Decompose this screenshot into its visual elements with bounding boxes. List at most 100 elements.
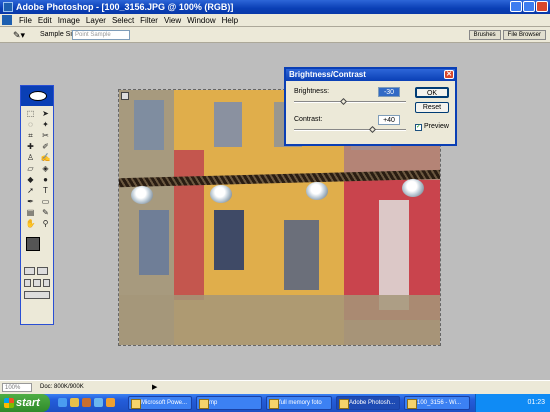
options-bar: ✎▾ Sample Size: Point Sample Brushes Fil…: [0, 27, 550, 43]
zoom-field[interactable]: 100%: [2, 383, 32, 392]
imageready-icon[interactable]: [24, 291, 50, 299]
task-full-memory-foto[interactable]: full memory foto: [266, 396, 332, 410]
contrast-slider[interactable]: [294, 125, 406, 134]
toolbox-header[interactable]: [21, 86, 53, 106]
brightness-contrast-dialog: Brightness/Contrast ✕ Brightness: -30 Co…: [284, 67, 457, 146]
full-screen-menu-mode-icon[interactable]: [33, 279, 41, 287]
window-controls: [510, 1, 548, 12]
ok-button[interactable]: OK: [415, 87, 449, 98]
standard-mode-icon[interactable]: [24, 267, 35, 275]
window-title: Adobe Photoshop - [100_3156.JPG @ 100% (…: [16, 2, 234, 12]
zoom-tool-icon[interactable]: ⚲: [39, 218, 52, 229]
brightness-slider[interactable]: [294, 97, 406, 106]
standard-screen-mode-icon[interactable]: [24, 279, 32, 287]
crop-tool-icon[interactable]: ⌗: [24, 130, 37, 141]
eraser-tool-icon[interactable]: ▱: [24, 163, 37, 174]
status-menu-arrow-icon[interactable]: ▶: [152, 383, 157, 391]
quick-mask-modes: [21, 265, 53, 277]
app-quicklaunch-icon[interactable]: [106, 398, 115, 407]
preview-checkbox[interactable]: ✓: [415, 124, 422, 131]
notes-tool-icon[interactable]: ▤: [24, 207, 37, 218]
document-menu-icon[interactable]: [2, 15, 12, 25]
media-quicklaunch-icon[interactable]: [82, 398, 91, 407]
status-bar: 100% Doc: 800K/900K ▶: [0, 380, 550, 394]
sample-size-select[interactable]: Point Sample: [72, 30, 130, 40]
contrast-value-field[interactable]: +40: [378, 115, 400, 125]
foreground-color-swatch[interactable]: [26, 237, 40, 251]
close-button[interactable]: [536, 1, 548, 12]
menu-window[interactable]: Window: [184, 16, 218, 25]
healing-brush-tool-icon[interactable]: ✚: [24, 141, 37, 152]
desktop-quicklaunch-icon[interactable]: [94, 398, 103, 407]
dodge-tool-icon[interactable]: ●: [39, 174, 52, 185]
shape-tool-icon[interactable]: ▭: [39, 196, 52, 207]
photo-region: [379, 200, 409, 310]
contrast-slider-thumb[interactable]: [368, 125, 377, 134]
type-tool-icon[interactable]: T: [39, 185, 52, 196]
pen-tool-icon[interactable]: ✒: [24, 196, 37, 207]
brush-tool-icon[interactable]: ✐: [39, 141, 52, 152]
dialog-title: Brightness/Contrast: [289, 70, 366, 79]
clock: 01:23: [527, 399, 545, 406]
preview-label: Preview: [424, 123, 449, 130]
start-button[interactable]: start: [0, 394, 50, 412]
blur-tool-icon[interactable]: ◆: [24, 174, 37, 185]
brightness-slider-thumb[interactable]: [339, 97, 348, 106]
task-adobe-photoshop[interactable]: Adobe Photosh...: [336, 396, 400, 410]
palette-well: Brushes File Browser: [468, 30, 546, 40]
screen-modes: [21, 277, 53, 289]
toolbox: ⬚ ➤ ◌ ✦ ⌗ ✂ ✚ ✐ ♙ ✍ ▱ ◈ ◆ ● ➚ T ✒ ▭ ▤ ✎ ✋ ⚲: [20, 85, 54, 325]
task-image-viewer[interactable]: 100_3156 - Wi...: [404, 396, 470, 410]
title-bar: Adobe Photoshop - [100_3156.JPG @ 100% (…: [0, 0, 550, 14]
photo-region: [119, 295, 440, 345]
photoshop-app-icon: [3, 2, 13, 12]
photo-region: [284, 220, 319, 290]
reset-button[interactable]: Reset: [415, 102, 449, 113]
dialog-close-button[interactable]: ✕: [444, 70, 454, 79]
jump-to-imageready: [21, 289, 53, 301]
marquee-tool-icon[interactable]: ⬚: [24, 108, 37, 119]
eyedropper-tool-icon[interactable]: ✎: [39, 207, 52, 218]
menu-image[interactable]: Image: [55, 16, 83, 25]
menu-select[interactable]: Select: [109, 16, 137, 25]
water-drop: [131, 186, 153, 204]
system-tray: 01:23: [475, 394, 550, 412]
minimize-button[interactable]: [510, 1, 522, 12]
tab-file-browser[interactable]: File Browser: [502, 30, 546, 40]
full-screen-mode-icon[interactable]: [42, 279, 50, 287]
brightness-value-field[interactable]: -30: [378, 87, 400, 97]
taskbar: start Microsoft Powe... mp full memory f…: [0, 394, 550, 412]
menu-edit[interactable]: Edit: [35, 16, 55, 25]
explorer-quicklaunch-icon[interactable]: [70, 398, 79, 407]
path-selection-tool-icon[interactable]: ➚: [24, 185, 37, 196]
windows-logo-icon: [4, 398, 14, 408]
task-mp[interactable]: mp: [196, 396, 262, 410]
clone-stamp-tool-icon[interactable]: ♙: [24, 152, 37, 163]
document-control-icon[interactable]: [121, 92, 129, 100]
photo-region: [139, 210, 169, 275]
water-drop: [210, 185, 232, 203]
menu-file[interactable]: File: [16, 16, 35, 25]
paint-bucket-tool-icon[interactable]: ◈: [39, 163, 52, 174]
move-tool-icon[interactable]: ➤: [39, 108, 52, 119]
tab-brushes[interactable]: Brushes: [468, 30, 501, 40]
dialog-title-bar[interactable]: Brightness/Contrast ✕: [286, 69, 455, 81]
quick-mask-mode-icon[interactable]: [37, 267, 48, 275]
color-swatches[interactable]: [24, 235, 50, 261]
eyedropper-tool-icon[interactable]: ✎▾: [13, 30, 25, 41]
menu-filter[interactable]: Filter: [137, 16, 161, 25]
slice-tool-icon[interactable]: ✂: [39, 130, 52, 141]
contrast-label: Contrast:: [294, 116, 323, 123]
hand-tool-icon[interactable]: ✋: [24, 218, 37, 229]
maximize-button[interactable]: [523, 1, 535, 12]
magic-wand-tool-icon[interactable]: ✦: [39, 119, 52, 130]
history-brush-tool-icon[interactable]: ✍: [39, 152, 52, 163]
photo-region: [174, 150, 204, 300]
lasso-tool-icon[interactable]: ◌: [24, 119, 37, 130]
menu-layer[interactable]: Layer: [83, 16, 109, 25]
task-powerpoint[interactable]: Microsoft Powe...: [128, 396, 192, 410]
menu-view[interactable]: View: [161, 16, 184, 25]
brightness-label: Brightness:: [294, 88, 330, 95]
menu-help[interactable]: Help: [219, 16, 241, 25]
ie-quicklaunch-icon[interactable]: [58, 398, 67, 407]
